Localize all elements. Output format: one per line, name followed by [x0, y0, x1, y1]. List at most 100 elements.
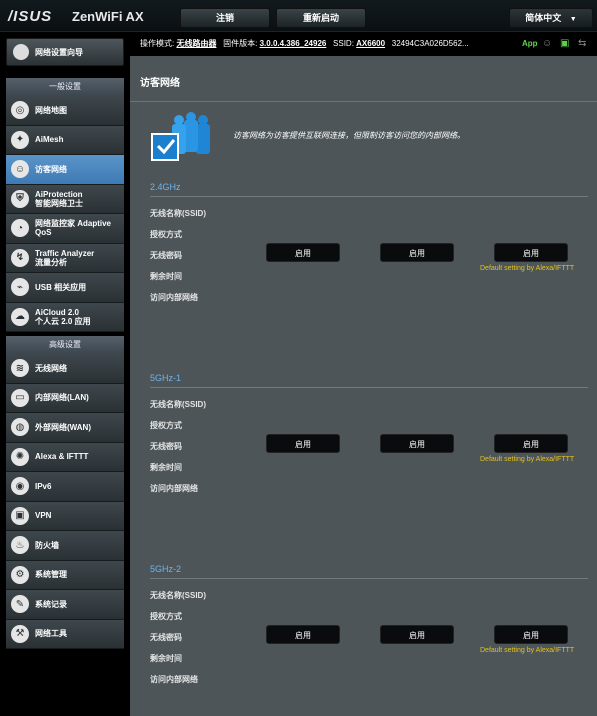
- enable-button[interactable]: 启用: [494, 434, 568, 453]
- sidebar-item[interactable]: ⚙ 系统管理: [6, 560, 124, 590]
- sidebar-item[interactable]: ◎ 网络地图: [6, 96, 124, 126]
- lan-icon: ▭: [11, 388, 29, 407]
- guest-network-icon: [151, 112, 210, 161]
- wizard-icon: [13, 44, 29, 60]
- logout-button[interactable]: 注销: [180, 8, 270, 28]
- network-wizard-button[interactable]: 网络设置向导: [6, 38, 124, 66]
- general-settings-header: 一般设置: [6, 78, 124, 96]
- sidebar-item[interactable]: ☺ 访客网络: [6, 155, 124, 185]
- vpn-icon: ▣: [11, 506, 29, 525]
- enable-button[interactable]: 启用: [494, 625, 568, 644]
- admin-icon: ⚙: [11, 565, 29, 584]
- divider: [150, 196, 588, 197]
- field-label: 访问内部网络: [150, 675, 198, 684]
- advanced-settings-header: 高级设置: [6, 336, 124, 354]
- sidebar-item-label: 网络监控家 Adaptive QoS: [35, 219, 112, 238]
- sidebar-item[interactable]: ✦ AiMesh: [6, 125, 124, 155]
- language-label: 简体中文: [525, 13, 562, 23]
- sidebar-item-label: 系统记录: [35, 599, 67, 609]
- field-label: 无线名称(SSID): [150, 400, 206, 409]
- chevron-down-icon: ▼: [569, 16, 577, 23]
- tools-icon: ⚒: [11, 624, 29, 643]
- field-label: 访问内部网络: [150, 293, 198, 302]
- wizard-label: 网络设置向导: [35, 47, 83, 57]
- field-label: 无线名称(SSID): [150, 591, 206, 600]
- sidebar-item-label: AiMesh: [35, 135, 64, 145]
- general-menu: ◎ 网络地图 ✦ AiMesh ☺ 访客网络 ⛨ AiProtection 智能网络卫士 ◔ 网络监…: [6, 96, 124, 332]
- default-setting-note: Default setting by Alexa/IFTTT: [480, 456, 575, 463]
- sidebar-item[interactable]: ♨ 防火墙: [6, 531, 124, 561]
- sidebar-item-label: Alexa & IFTTT: [35, 452, 89, 462]
- firmware-label: 固件版本:: [223, 39, 258, 48]
- sidebar-item[interactable]: ◔ 网络监控家 Adaptive QoS: [6, 214, 124, 244]
- enable-button[interactable]: 启用: [380, 243, 454, 262]
- enable-button[interactable]: 启用: [380, 625, 454, 644]
- wifi-icon: ≋: [11, 359, 29, 378]
- enable-button[interactable]: 启用: [380, 434, 454, 453]
- sidebar-item-label: 网络地图: [35, 105, 67, 115]
- traffic-icon: ↯: [11, 248, 29, 267]
- usb-status-icon[interactable]: ⇆: [578, 38, 590, 50]
- firewall-icon: ♨: [11, 536, 29, 555]
- sidebar-item-label: AiProtection 智能网络卫士: [35, 189, 83, 208]
- sidebar-item-label: 外部网络(WAN): [35, 422, 91, 432]
- sidebar-item[interactable]: ✺ Alexa & IFTTT: [6, 442, 124, 472]
- app-link[interactable]: App: [522, 32, 538, 56]
- sidebar-item-label: 防火墙: [35, 540, 59, 550]
- enable-button[interactable]: 启用: [266, 434, 340, 453]
- intro-text: 访客网络为访客提供互联网连接，但限制访客访问您的内部网络。: [233, 131, 465, 140]
- sidebar-item-label: 无线网络: [35, 363, 67, 373]
- page-title: 访客网络: [140, 78, 180, 89]
- page-header: 访客网络: [130, 56, 597, 102]
- shield-icon: ⛨: [11, 189, 29, 208]
- enable-button[interactable]: 启用: [494, 243, 568, 262]
- sidebar-item-label: 内部网络(LAN): [35, 393, 89, 403]
- globe-icon: ◎: [11, 101, 29, 120]
- field-label: 授权方式: [150, 612, 182, 621]
- log-icon: ✎: [11, 595, 29, 614]
- language-select[interactable]: 简体中文 ▼: [509, 8, 593, 28]
- wan-icon: ◍: [11, 418, 29, 437]
- usb-icon: ⌁: [11, 278, 29, 297]
- band-section: 2.4GHz 无线名称(SSID) 授权方式 无线密码 剩余时间 访问内部网络 启用 启用 启用…: [150, 182, 588, 308]
- firmware-link[interactable]: 3.0.0.4.386_24926: [260, 39, 327, 48]
- main-panel: 操作模式: 无线路由器 固件版本: 3.0.0.4.386_24926 SSID…: [130, 32, 597, 716]
- user-icon[interactable]: ☺: [542, 38, 554, 50]
- sidebar-item[interactable]: ≋ 无线网络: [6, 354, 124, 384]
- sidebar-item-label: 系统管理: [35, 570, 67, 580]
- mode-label: 操作模式:: [140, 39, 175, 48]
- divider: [150, 578, 588, 579]
- sidebar-item[interactable]: ☁ AiCloud 2.0 个人云 2.0 应用: [6, 302, 124, 332]
- product-name: ZenWiFi AX: [72, 9, 144, 24]
- sidebar-item[interactable]: ⛨ AiProtection 智能网络卫士: [6, 184, 124, 214]
- ssid-link[interactable]: AX6600: [356, 39, 385, 48]
- enable-button[interactable]: 启用: [266, 625, 340, 644]
- divider: [150, 387, 588, 388]
- top-bar: /ISUS ZenWiFi AX 注销 重新启动 简体中文 ▼: [0, 0, 597, 32]
- sidebar-item-label: VPN: [35, 511, 52, 521]
- sidebar-item[interactable]: ▣ VPN: [6, 501, 124, 531]
- guest-icon: ☺: [11, 160, 29, 179]
- band-title: 2.4GHz: [150, 182, 181, 192]
- sidebar: 网络设置向导 一般设置 ◎ 网络地图 ✦ AiMesh ☺ 访客网络 ⛨ AiProtecti…: [0, 32, 130, 716]
- band-section: 5GHz-1 无线名称(SSID) 授权方式 无线密码 剩余时间 访问内部网络 启用 启用 启用…: [150, 373, 588, 499]
- gauge-icon: ◔: [11, 219, 29, 238]
- mode-link[interactable]: 无线路由器: [176, 39, 216, 48]
- ssid-label: SSID:: [333, 39, 354, 48]
- sidebar-item[interactable]: ◉ IPv6: [6, 472, 124, 502]
- sidebar-item[interactable]: ▭ 内部网络(LAN): [6, 383, 124, 413]
- sidebar-item[interactable]: ⌁ USB 相关应用: [6, 273, 124, 303]
- sidebar-item-label: AiCloud 2.0 个人云 2.0 应用: [35, 307, 91, 326]
- field-label: 授权方式: [150, 230, 182, 239]
- sidebar-item[interactable]: ↯ Traffic Analyzer 流量分析: [6, 243, 124, 273]
- sidebar-item-label: 网络工具: [35, 629, 67, 639]
- reboot-button[interactable]: 重新启动: [276, 8, 366, 28]
- sidebar-item[interactable]: ✎ 系统记录: [6, 590, 124, 620]
- sidebar-item[interactable]: ⚒ 网络工具: [6, 619, 124, 649]
- sidebar-item-label: 访客网络: [35, 164, 67, 174]
- enable-button[interactable]: 启用: [266, 243, 340, 262]
- band-title: 5GHz-1: [150, 373, 182, 383]
- sidebar-item[interactable]: ◍ 外部网络(WAN): [6, 413, 124, 443]
- link-icon[interactable]: ▣: [560, 38, 572, 50]
- cloud-icon: ☁: [11, 307, 29, 326]
